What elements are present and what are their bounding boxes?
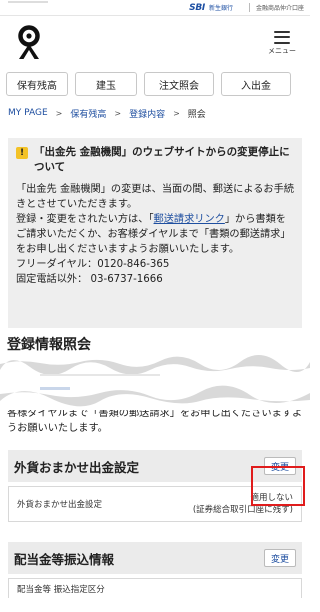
nav-deposit-withdrawal-button[interactable]: 入出金	[221, 72, 291, 96]
mail-request-link[interactable]: 郵送請求リンク	[154, 214, 225, 225]
breadcrumb-current: 照会	[187, 109, 206, 120]
dividend-change-button[interactable]: 変更	[264, 549, 296, 567]
notice-text: 登録・変更をされたい方は、「	[16, 214, 154, 225]
dividend-panel: 配当金等振込情報 変更 配当金等 振込指定区分	[0, 542, 310, 598]
warning-icon: !	[16, 147, 28, 159]
notice-title: 「出金先 金融機関」のウェブサイトからの変更停止について	[34, 146, 290, 173]
dividend-title: 配当金等振込情報	[14, 551, 115, 567]
fx-withdrawal-title: 外貨おまかせ出金設定	[14, 459, 140, 475]
notice-header: ! 「出金先 金融機関」のウェブサイトからの変更停止について	[16, 145, 294, 175]
dividend-setting-row: 配当金等 振込指定区分	[8, 578, 302, 598]
breadcrumb-registration[interactable]: 登録内容	[129, 107, 165, 120]
gold-person-logo-icon[interactable]	[14, 25, 44, 61]
dividend-setting-label: 配当金等 振込指定区分	[17, 584, 105, 595]
hamburger-icon	[274, 30, 290, 44]
notice-paragraph-mail-request: 登録・変更をされたい方は、「郵送請求リンク」から書類をご請求いただくか、お客様ダ…	[16, 212, 294, 257]
menu-button[interactable]: メニュー	[268, 30, 296, 56]
nav-holdings-button[interactable]: 保有残高	[6, 72, 68, 96]
breadcrumb-holdings[interactable]: 保有残高	[70, 107, 106, 120]
sbi-logo-text: SBI	[189, 2, 205, 13]
notice-paragraph: 「出金先 金融機関」の変更は、当面の間、郵送によるお手続きとさせていただきます。	[16, 184, 294, 210]
breadcrumb-separator: >	[114, 108, 122, 118]
breadcrumb: MY PAGE > 保有残高 > 登録内容 > 照会	[0, 98, 310, 120]
nav-order-inquiry-button[interactable]: 注文照会	[144, 72, 214, 96]
intermediary-account-label: 金融商品仲介口座	[255, 5, 304, 12]
continued-notice-text: 客様ダイヤルまで「書類の郵送請求」をお申し出くださいますようお願いいたします。	[7, 408, 303, 434]
screenshot-cut-divider	[0, 354, 310, 410]
top-strip-remnant	[8, 1, 48, 3]
notice-box: ! 「出金先 金融機関」のウェブサイトからの変更停止について 「出金先 金融機関…	[8, 138, 302, 328]
annotation-highlight-box	[251, 466, 305, 506]
breadcrumb-mypage[interactable]: MY PAGE	[8, 108, 48, 118]
top-strip: SBI 新生銀行 金融商品仲介口座	[0, 0, 310, 16]
torn-edge-graphic	[0, 354, 310, 410]
page-title: 登録情報照会	[7, 337, 91, 353]
landline-number: 固定電話以外： 03-6737-1666	[16, 274, 163, 285]
bank-name: 新生銀行	[208, 5, 233, 12]
breadcrumb-separator: >	[173, 108, 180, 118]
divider	[248, 3, 250, 12]
breadcrumb-separator: >	[55, 108, 63, 118]
notice-body: 「出金先 金融機関」の変更は、当面の間、郵送によるお手続きとさせていただきます。…	[16, 182, 294, 287]
quick-nav: 保有残高 建玉 注文照会 入出金	[0, 70, 310, 98]
bank-logo: SBI 新生銀行	[189, 3, 233, 13]
fx-setting-label: 外貨おまかせ出金設定	[17, 500, 103, 510]
site-header: メニュー	[0, 16, 310, 70]
dividend-panel-header: 配当金等振込情報 変更	[8, 542, 302, 574]
nav-positions-button[interactable]: 建玉	[75, 72, 137, 96]
freedial-number: フリーダイヤル：0120-846-365	[16, 259, 170, 270]
menu-label: メニュー	[268, 46, 296, 55]
